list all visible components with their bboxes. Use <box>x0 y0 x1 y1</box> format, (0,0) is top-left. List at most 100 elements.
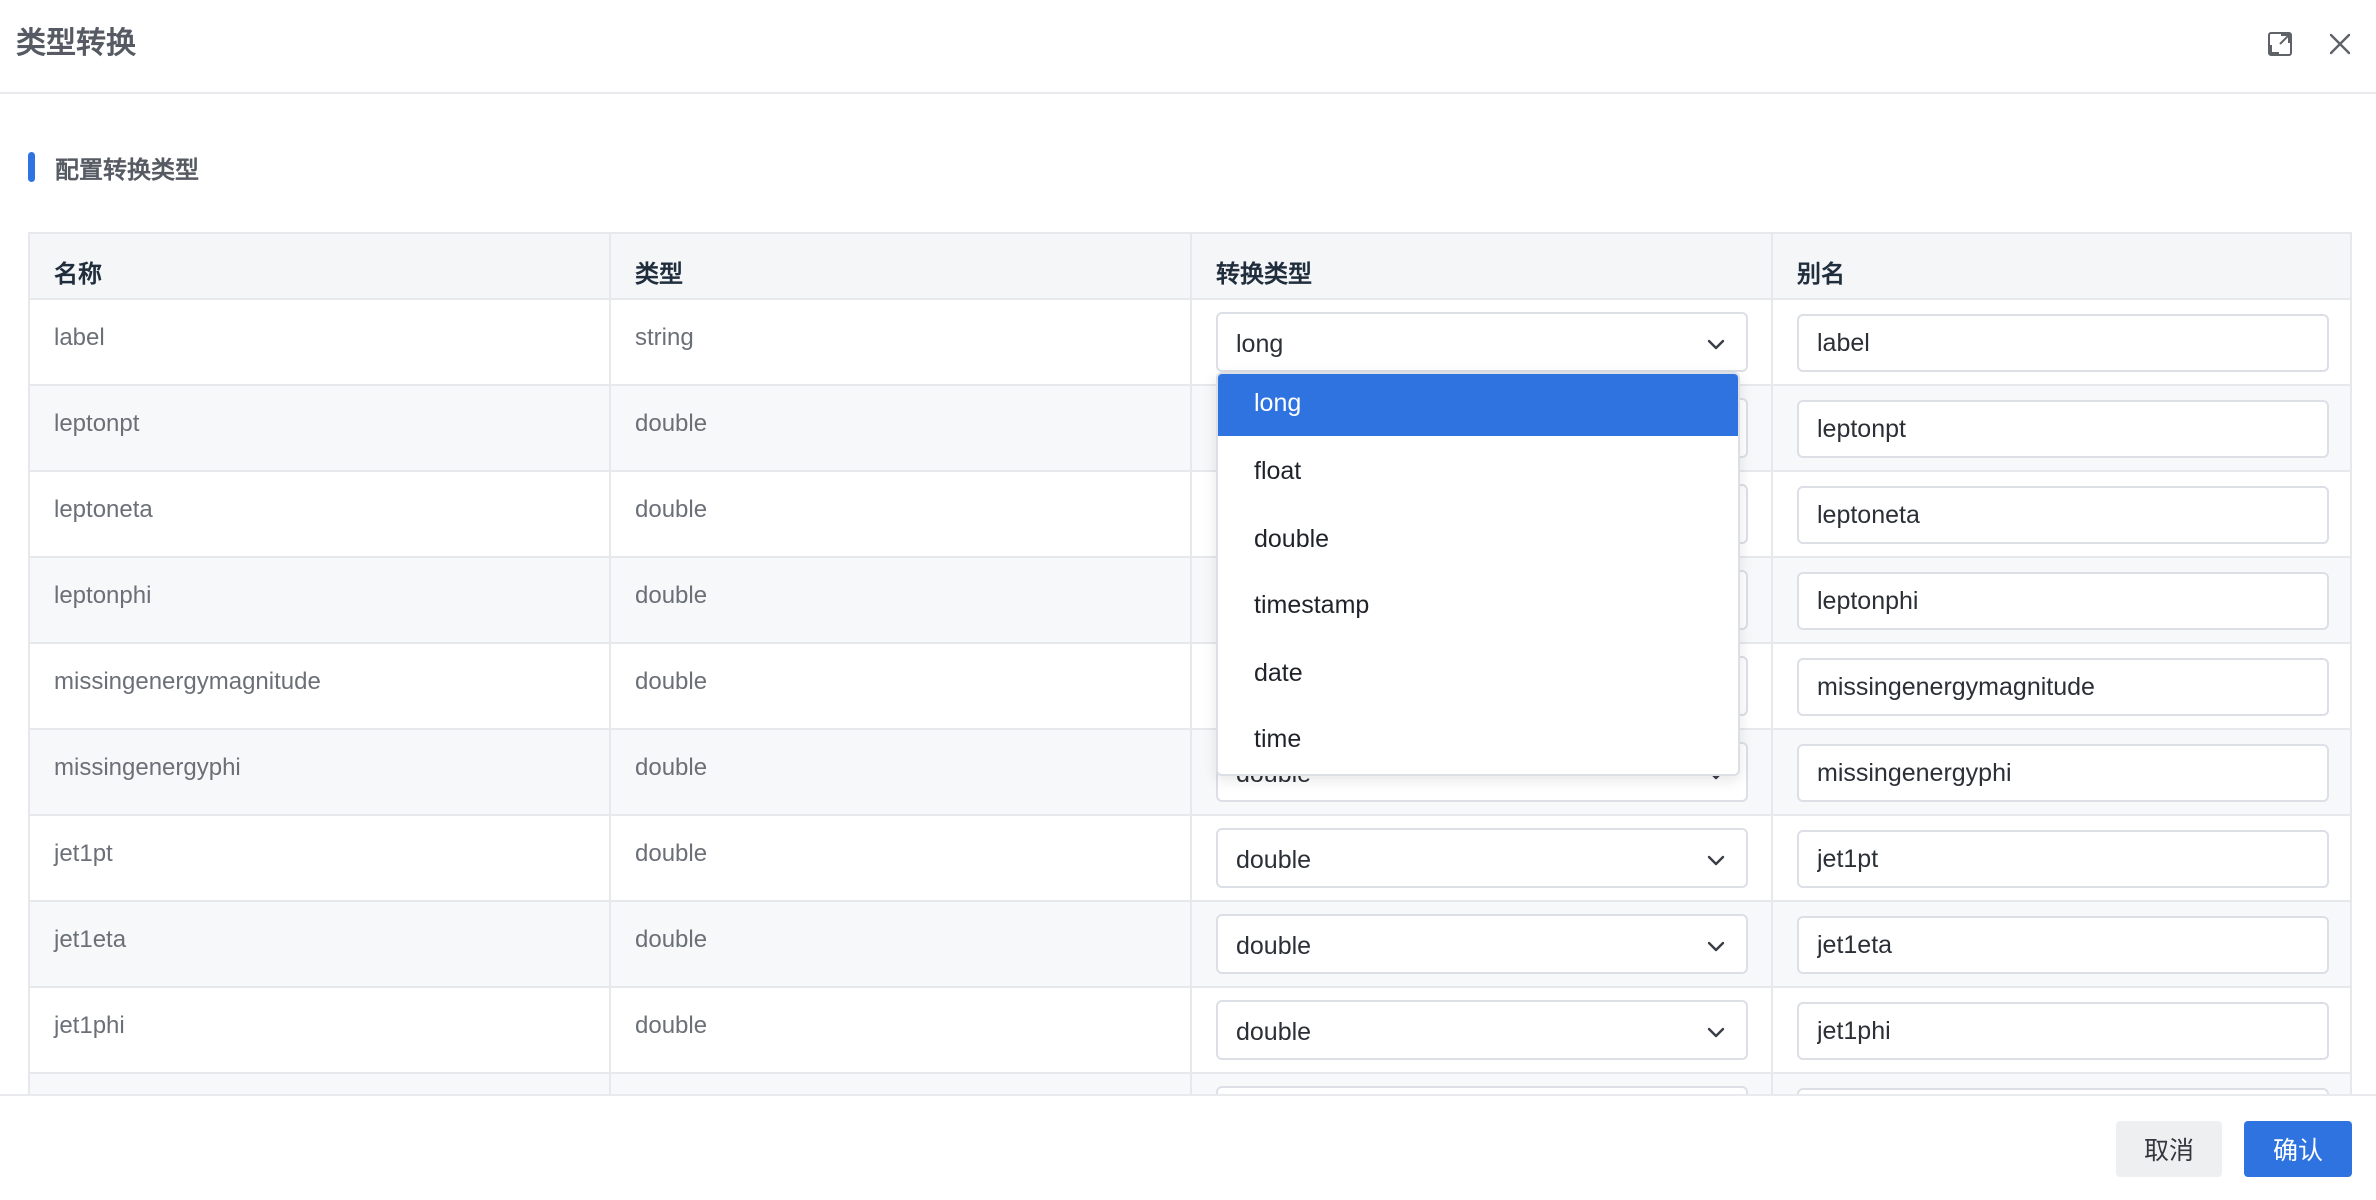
table-row: missingenergymagnitudedoubledouble <box>30 644 2350 730</box>
field-type: string <box>635 324 694 351</box>
column-header: 别名 <box>1797 261 1845 288</box>
cell-convert <box>1192 1074 1773 1094</box>
column-header: 转换类型 <box>1216 261 1312 288</box>
cell-alias <box>1773 1074 2350 1094</box>
cell-type: double <box>611 988 1192 1072</box>
header-cell-type: 类型 <box>611 234 1192 298</box>
cell-convert: double <box>1192 816 1773 900</box>
table-row: leptonphidoubledouble <box>30 558 2350 644</box>
field-type: double <box>635 754 708 781</box>
table-row: leptonptdoubledouble <box>30 386 2350 472</box>
header-cell-alias: 别名 <box>1773 234 2350 298</box>
alias-input[interactable] <box>1797 830 2329 888</box>
convert-type-select[interactable] <box>1216 1086 1748 1094</box>
cell-alias <box>1773 386 2350 470</box>
field-type: double <box>635 1012 708 1039</box>
alias-input[interactable] <box>1797 400 2329 458</box>
alias-input[interactable] <box>1797 916 2329 974</box>
section-accent-bar <box>28 152 35 182</box>
table-row: leptonetadoubledouble <box>30 472 2350 558</box>
chevron-down-icon <box>1704 934 1728 958</box>
dropdown-option[interactable]: float <box>1218 438 1738 504</box>
dropdown-option[interactable]: long <box>1218 374 1738 436</box>
cell-type: double <box>611 816 1192 900</box>
cell-type: double <box>611 730 1192 814</box>
select-value: double <box>1236 1018 1312 1046</box>
field-name: jet1eta <box>54 926 127 953</box>
table-header-row: 名称 类型 转换类型 别名 <box>30 234 2350 300</box>
convert-type-select[interactable]: double <box>1216 1000 1748 1060</box>
cell-name: leptonpt <box>30 386 611 470</box>
field-name: jet1pt <box>54 840 113 867</box>
cell-alias <box>1773 300 2350 384</box>
field-name: missingenergyphi <box>54 754 241 781</box>
dropdown-option[interactable]: time <box>1218 706 1738 772</box>
table-row-partial <box>30 1074 2350 1094</box>
dialog-header: 类型转换 <box>0 0 2376 94</box>
cell-alias <box>1773 644 2350 728</box>
dropdown-option[interactable]: date <box>1218 640 1738 706</box>
cell-type <box>611 1074 1192 1094</box>
chevron-down-icon <box>1704 332 1728 356</box>
cell-name <box>30 1074 611 1094</box>
cell-type: double <box>611 902 1192 986</box>
cell-name: label <box>30 300 611 384</box>
cell-type: double <box>611 472 1192 556</box>
alias-input[interactable] <box>1797 1002 2329 1060</box>
cell-name: jet1pt <box>30 816 611 900</box>
column-header: 类型 <box>635 261 683 288</box>
dialog-title: 类型转换 <box>16 27 136 60</box>
alias-input[interactable] <box>1797 658 2329 716</box>
cell-name: missingenergyphi <box>30 730 611 814</box>
field-name: label <box>54 324 105 351</box>
alias-input[interactable] <box>1797 572 2329 630</box>
expand-icon[interactable] <box>2262 26 2298 62</box>
field-type: double <box>635 926 708 953</box>
convert-type-select[interactable]: double <box>1216 914 1748 974</box>
cell-convert: double <box>1192 902 1773 986</box>
cell-name: missingenergymagnitude <box>30 644 611 728</box>
cell-name: jet1eta <box>30 902 611 986</box>
table-row: jet1pt double double <box>30 816 2350 902</box>
alias-input[interactable] <box>1797 744 2329 802</box>
field-type: double <box>635 668 708 695</box>
field-type: double <box>635 840 708 867</box>
convert-type-select[interactable]: double <box>1216 828 1748 888</box>
cell-alias <box>1773 558 2350 642</box>
field-name: missingenergymagnitude <box>54 668 321 695</box>
field-name: jet1phi <box>54 1012 125 1039</box>
column-header: 名称 <box>54 261 102 288</box>
chevron-down-icon <box>1704 1020 1728 1044</box>
header-cell-name: 名称 <box>30 234 611 298</box>
field-name: leptoneta <box>54 496 153 523</box>
chevron-down-icon <box>1704 848 1728 872</box>
dialog-footer: 取消 确认 <box>0 1094 2376 1200</box>
alias-input[interactable] <box>1797 486 2329 544</box>
select-value: double <box>1236 932 1312 960</box>
close-icon[interactable] <box>2322 26 2358 62</box>
convert-type-dropdown-menu: long float double timestamp date time <box>1216 372 1740 776</box>
table-row: label string long <box>30 300 2350 386</box>
cancel-button[interactable]: 取消 <box>2116 1121 2222 1177</box>
cell-alias <box>1773 472 2350 556</box>
cell-alias <box>1773 816 2350 900</box>
cell-alias <box>1773 902 2350 986</box>
alias-input[interactable] <box>1797 314 2329 372</box>
dropdown-option[interactable]: double <box>1218 506 1738 572</box>
section-title: 配置转换类型 <box>55 156 199 184</box>
cell-convert: double <box>1192 988 1773 1072</box>
field-name: leptonphi <box>54 582 152 609</box>
cell-type: string <box>611 300 1192 384</box>
confirm-button[interactable]: 确认 <box>2244 1121 2352 1177</box>
select-value: long <box>1236 330 1284 358</box>
table-row: jet1eta double double <box>30 902 2350 988</box>
cell-alias <box>1773 988 2350 1072</box>
cell-name: leptonphi <box>30 558 611 642</box>
select-value: double <box>1236 846 1312 874</box>
cell-type: double <box>611 386 1192 470</box>
field-type: double <box>635 410 708 437</box>
cell-type: double <box>611 558 1192 642</box>
field-type: double <box>635 496 708 523</box>
convert-type-select[interactable]: long <box>1216 312 1748 372</box>
dropdown-option[interactable]: timestamp <box>1218 572 1738 638</box>
